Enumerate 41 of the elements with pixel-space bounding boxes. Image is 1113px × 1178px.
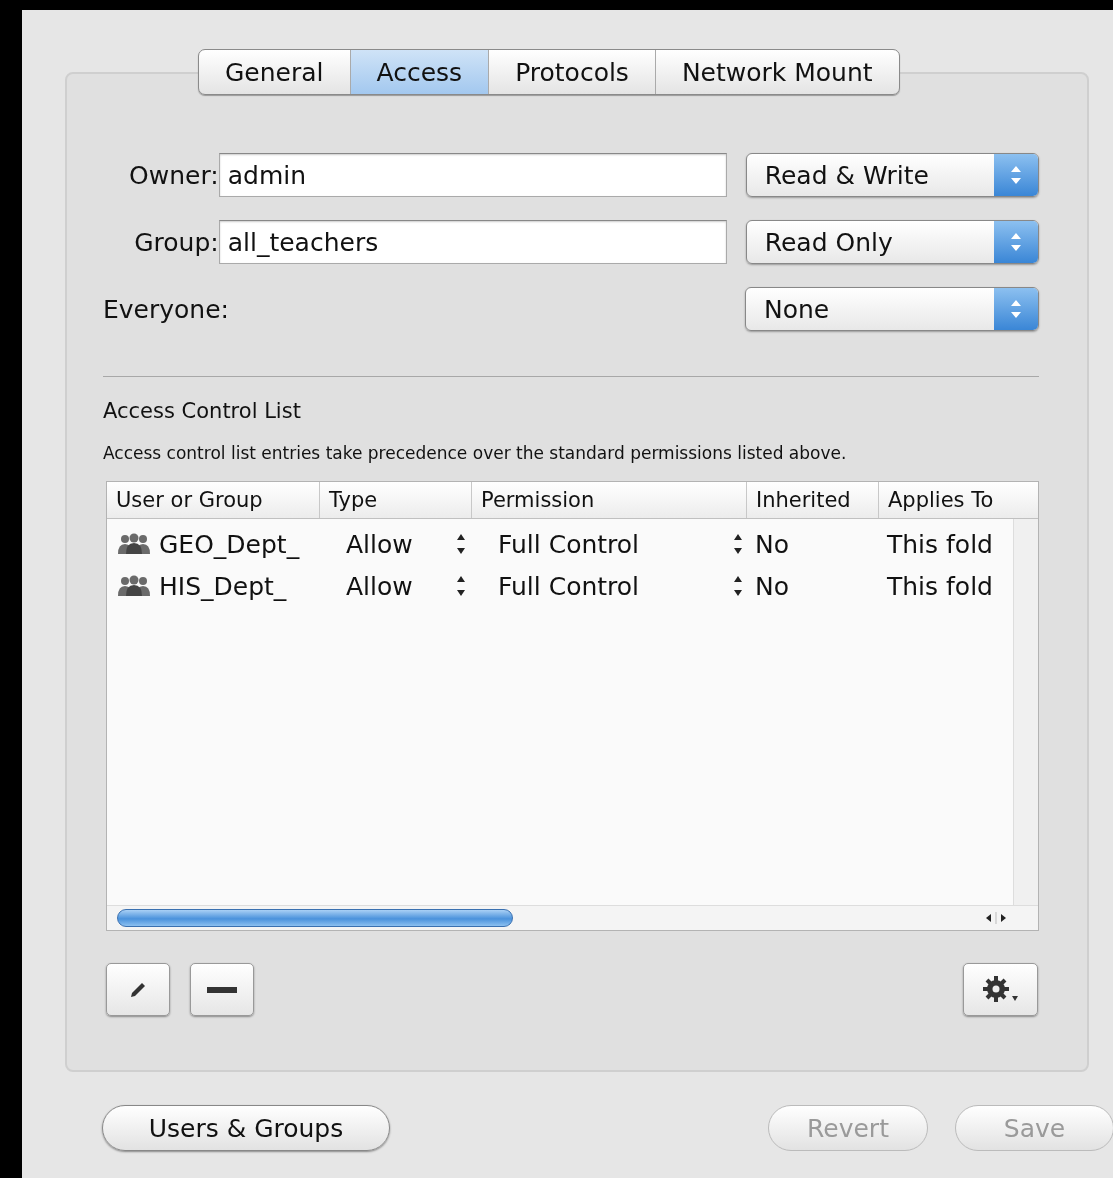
table-cell[interactable]: Full Control	[498, 571, 640, 601]
text-field[interactable]: admin	[218, 153, 727, 197]
text-field[interactable]: all_teachers	[218, 220, 727, 264]
vertical-scrollbar[interactable]	[1013, 519, 1038, 905]
column-header[interactable]: Applies To	[879, 482, 1013, 518]
updown-icon	[1010, 231, 1022, 253]
access-popup[interactable]: None	[745, 287, 1039, 331]
tab[interactable]: Protocols	[489, 50, 656, 94]
description-text: Access control list entries take precedence over the standard permissions listed above.	[103, 443, 848, 463]
permission-label: Everyone:	[103, 294, 229, 324]
remove-button[interactable]	[190, 963, 254, 1016]
tab[interactable]: Access	[350, 50, 490, 94]
table-cell: No	[755, 529, 789, 559]
table-cell[interactable]: Allow	[346, 529, 413, 559]
edit-button[interactable]	[106, 963, 170, 1016]
column-header[interactable]: Permission	[472, 482, 747, 518]
table-cell: This fold	[887, 529, 993, 559]
users-icon	[117, 574, 151, 598]
push-button[interactable]: Users & Groups	[102, 1105, 390, 1151]
tab[interactable]: Network Mount	[655, 50, 899, 94]
column-header[interactable]: User or Group	[107, 482, 320, 518]
permission-label: Owner:	[128, 160, 219, 190]
table-cell: No	[755, 571, 789, 601]
table-cell: HIS_Dept_	[159, 571, 287, 601]
table-cell: GEO_Dept_	[159, 529, 300, 559]
minus-icon	[207, 985, 237, 994]
access-popup[interactable]: Read Only	[745, 220, 1039, 264]
column-header[interactable]: Type	[320, 482, 472, 518]
updown-icon	[1010, 164, 1022, 186]
action-button[interactable]	[963, 963, 1038, 1016]
table-cell[interactable]: Full Control	[498, 529, 640, 559]
users-icon	[117, 532, 151, 556]
permission-label: Group:	[133, 227, 219, 257]
tab[interactable]: General	[199, 50, 351, 94]
section-title: Access Control List	[103, 399, 302, 423]
updown-icon	[1010, 298, 1022, 320]
column-header[interactable]: Inherited	[747, 482, 879, 518]
horizontal-scrollbar[interactable]	[107, 905, 1038, 930]
table-cell[interactable]: Allow	[346, 571, 413, 601]
access-popup[interactable]: Read & Write	[745, 153, 1039, 197]
table-cell: This fold	[887, 571, 993, 601]
